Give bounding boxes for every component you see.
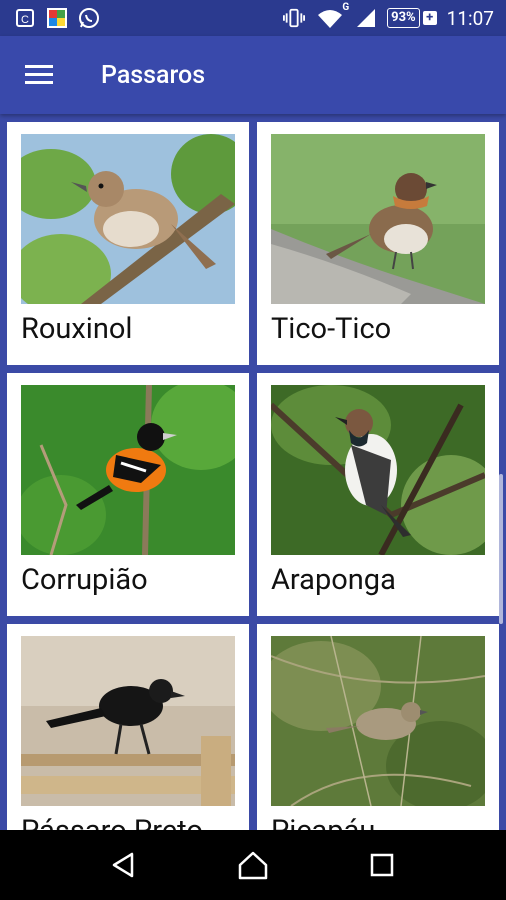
navigation-bar bbox=[0, 830, 506, 900]
bird-card-tico-tico[interactable]: Tico-Tico bbox=[257, 122, 499, 365]
bird-photo-corrupiao bbox=[21, 385, 235, 555]
bird-list[interactable]: Rouxinol Tico-Tico Corrupião Araponga bbox=[0, 114, 506, 830]
cell-signal-icon bbox=[355, 7, 377, 29]
bird-name: Rouxinol bbox=[21, 312, 133, 346]
bird-name: Pássaro Preto bbox=[21, 814, 203, 830]
bird-card-passaro-preto[interactable]: Pássaro Preto bbox=[7, 624, 249, 830]
hamburger-menu-icon[interactable] bbox=[11, 47, 67, 103]
bird-photo-rouxinol bbox=[21, 134, 235, 304]
status-bar: C G 93% + 11:07 bbox=[0, 0, 506, 36]
gallery-pro-icon bbox=[46, 7, 68, 29]
page-title: Passaros bbox=[101, 60, 206, 90]
calendar-notification-icon: C bbox=[14, 7, 36, 29]
bird-photo-araponga bbox=[271, 385, 485, 555]
network-type-label: G bbox=[342, 2, 350, 13]
bird-name: Picapáu bbox=[271, 814, 375, 830]
bird-card-araponga[interactable]: Araponga bbox=[257, 373, 499, 616]
bird-name: Tico-Tico bbox=[271, 312, 392, 346]
clock: 11:07 bbox=[446, 6, 494, 30]
bird-card-rouxinol[interactable]: Rouxinol bbox=[7, 122, 249, 365]
app-bar: Passaros bbox=[0, 36, 506, 114]
bird-card-picapau[interactable]: Picapáu bbox=[257, 624, 499, 830]
whatsapp-icon bbox=[78, 7, 100, 29]
wifi-icon: G bbox=[315, 2, 349, 29]
home-icon[interactable] bbox=[229, 841, 277, 889]
bird-photo-passaro-preto bbox=[21, 636, 235, 806]
charging-icon: + bbox=[422, 11, 437, 25]
bird-photo-tico-tico bbox=[271, 134, 485, 304]
bird-card-corrupiao[interactable]: Corrupião bbox=[7, 373, 249, 616]
bird-name: Corrupião bbox=[21, 563, 148, 597]
bird-name: Araponga bbox=[271, 563, 396, 597]
recents-icon[interactable] bbox=[358, 841, 406, 889]
battery-percent: 93% bbox=[387, 8, 420, 28]
svg-text:C: C bbox=[21, 14, 29, 26]
scrollbar[interactable] bbox=[499, 474, 503, 624]
battery-indicator: 93% + bbox=[387, 8, 437, 28]
vibrate-icon bbox=[283, 7, 306, 29]
bird-grid: Rouxinol Tico-Tico Corrupião Araponga bbox=[7, 122, 499, 830]
bird-photo-picapau bbox=[271, 636, 485, 806]
back-icon[interactable] bbox=[100, 841, 148, 889]
